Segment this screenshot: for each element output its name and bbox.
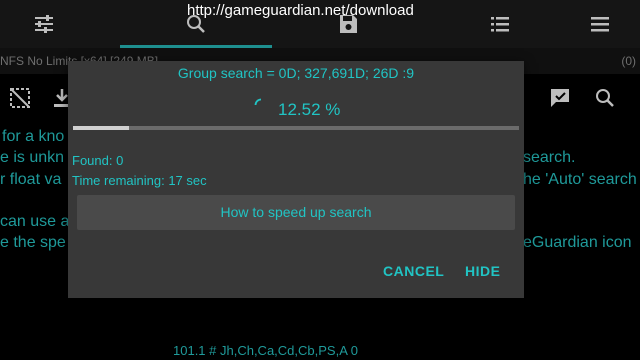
selection-icon[interactable] bbox=[8, 86, 32, 110]
spinner-icon bbox=[254, 98, 268, 112]
background-text-line: r float va bbox=[0, 171, 62, 188]
progress-bar-fill bbox=[73, 126, 129, 130]
bottom-status-text: 101.1 # Jh,Ch,Ca,Cd,Cb,PS,A 0 bbox=[173, 343, 358, 358]
background-text-line: e is unkn bbox=[0, 149, 65, 166]
cancel-button[interactable]: CANCEL bbox=[383, 263, 444, 279]
url-overlay: http://gameguardian.net/download bbox=[187, 2, 414, 19]
hide-button[interactable]: HIDE bbox=[465, 263, 500, 279]
sliders-icon[interactable] bbox=[32, 12, 56, 36]
progress-bar bbox=[73, 126, 519, 130]
dialog-title-text: Group search = 0D; 327,691D; 26D bbox=[177, 65, 403, 81]
menu-icon[interactable] bbox=[588, 12, 612, 36]
speed-up-help-button[interactable]: How to speed up search bbox=[77, 195, 515, 230]
list-icon[interactable] bbox=[488, 12, 512, 36]
search-progress-dialog: Group search = 0D; 327,691D; 26D :9 12.5… bbox=[68, 61, 524, 298]
top-toolbar: http://gameguardian.net/download bbox=[0, 0, 640, 48]
progress-percent: 12.52 % bbox=[278, 100, 341, 119]
background-text-line: e the spe bbox=[0, 234, 66, 251]
background-text-line: he 'Auto' search bbox=[523, 171, 637, 188]
process-count: (0) bbox=[621, 54, 636, 68]
dialog-title: Group search = 0D; 327,691D; 26D :9 bbox=[68, 65, 524, 81]
time-remaining: Time remaining: 17 sec bbox=[72, 173, 207, 188]
search-icon[interactable] bbox=[593, 86, 617, 110]
background-text-line: eGuardian icon bbox=[523, 234, 632, 251]
background-text-line: search. bbox=[523, 149, 576, 166]
background-text-line: can use a bbox=[0, 213, 70, 230]
dialog-title-suffix: :9 bbox=[402, 65, 415, 81]
chat-icon[interactable] bbox=[548, 86, 572, 110]
background-text-line: for a kno bbox=[2, 128, 65, 145]
found-count: Found: 0 bbox=[72, 153, 124, 168]
